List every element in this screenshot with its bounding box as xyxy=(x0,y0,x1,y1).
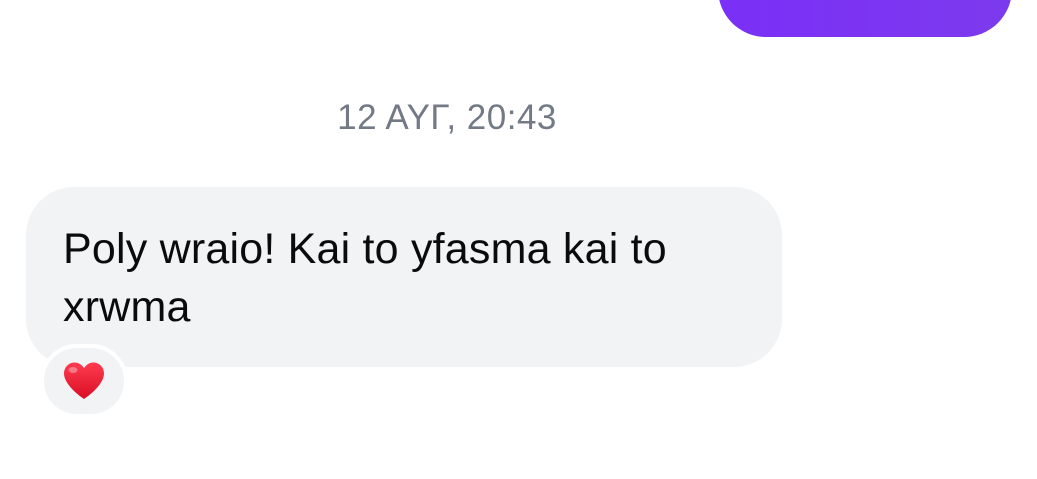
received-message-bubble[interactable]: Poly wraio! Kai to yfasma kai to xrwma xyxy=(26,187,782,367)
heart-icon xyxy=(64,362,104,399)
chat-thread: 12 ΑΥΓ, 20:43 Poly wraio! Kai to yfasma … xyxy=(0,0,1037,479)
sent-message-bubble[interactable] xyxy=(718,0,1012,37)
reaction-badge[interactable] xyxy=(40,344,128,418)
received-message-text: Poly wraio! Kai to yfasma kai to xrwma xyxy=(63,225,667,331)
message-timestamp: 12 ΑΥΓ, 20:43 xyxy=(337,98,557,137)
